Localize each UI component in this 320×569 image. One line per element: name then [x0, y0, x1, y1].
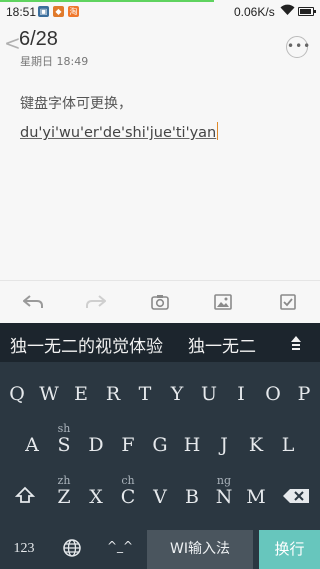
camera-button[interactable] [147, 289, 173, 315]
checklist-button[interactable] [275, 289, 301, 315]
key-p[interactable]: P [288, 371, 320, 411]
note-date: 星期日 18:49 [20, 55, 89, 68]
key-d[interactable]: D [80, 422, 112, 462]
key-w[interactable]: W [33, 371, 65, 411]
key-m[interactable]: M [240, 474, 272, 514]
shop-icon: ◆ [53, 6, 64, 17]
key-n[interactable]: ng N [208, 474, 240, 514]
note-composing-text[interactable]: du'yi'wu'er'de'shi'jue'ti'yan [20, 122, 219, 141]
space-key[interactable]: WI输入法 [147, 530, 253, 569]
shift-icon [15, 486, 35, 503]
composing-pinyin: du'yi'wu'er'de'shi'jue'ti'yan [20, 125, 217, 141]
camera-icon [151, 295, 169, 310]
emoticon-key[interactable]: ^_^ [105, 539, 135, 553]
loading-line [0, 0, 214, 2]
key-c[interactable]: ch C [112, 474, 144, 514]
battery-icon [298, 7, 316, 16]
key-t[interactable]: T [129, 371, 161, 411]
note-toolbar [0, 280, 320, 323]
status-bar: 18:51 ▣ ◆ 淘 0.06K/s [0, 0, 320, 24]
image-button[interactable] [210, 289, 236, 315]
enter-key[interactable]: 换行 [259, 530, 320, 569]
photo-icon: ▣ [38, 6, 49, 17]
taobao-icon: 淘 [68, 6, 79, 17]
candidate-0[interactable]: 独一无二的视觉体验 [10, 332, 163, 357]
key-e[interactable]: E [65, 371, 97, 411]
page-indicator: 6/28 [19, 28, 58, 50]
key-i[interactable]: I [225, 371, 257, 411]
key-r[interactable]: R [97, 371, 129, 411]
key-x[interactable]: X [80, 474, 112, 514]
key-q[interactable]: Q [1, 371, 33, 411]
status-time: 18:51 [6, 5, 37, 19]
undo-button[interactable] [20, 289, 46, 315]
backspace-icon [283, 489, 309, 503]
key-v[interactable]: V [144, 474, 176, 514]
undo-icon [23, 295, 43, 308]
soft-keyboard: 独一无二的视觉体验 独一无二 Q W E R T Y U I O P A sh S… [0, 323, 320, 569]
key-u[interactable]: U [193, 371, 225, 411]
expand-candidates-button[interactable] [285, 331, 307, 353]
key-b[interactable]: B [176, 474, 208, 514]
key-z[interactable]: zh Z [48, 474, 80, 514]
wifi-icon [280, 4, 295, 16]
shift-key[interactable] [9, 474, 41, 514]
key-o[interactable]: O [257, 371, 289, 411]
globe-icon [63, 539, 81, 557]
candidate-bar: 独一无二的视觉体验 独一无二 [0, 323, 320, 362]
numbers-key[interactable]: 123 [6, 541, 42, 557]
more-button[interactable]: ••• [286, 36, 310, 58]
key-f[interactable]: F [112, 422, 144, 462]
globe-key[interactable] [61, 538, 83, 562]
checkbox-icon [280, 294, 296, 310]
text-caret [217, 122, 219, 140]
key-g[interactable]: G [144, 422, 176, 462]
key-s[interactable]: sh S [48, 422, 80, 462]
candidate-1[interactable]: 独一无二 [188, 332, 256, 357]
image-icon [214, 294, 232, 310]
net-speed: 0.06K/s [234, 5, 275, 19]
note-header: < 6/28 星期日 18:49 ••• [0, 24, 320, 70]
note-text-line1[interactable]: 键盘字体可更换， [20, 93, 132, 113]
backspace-key[interactable] [280, 474, 312, 514]
expand-arrows-icon [291, 336, 301, 350]
redo-button[interactable] [83, 289, 109, 315]
key-a[interactable]: A [16, 422, 48, 462]
key-y[interactable]: Y [161, 371, 193, 411]
key-k[interactable]: K [240, 422, 272, 462]
key-h[interactable]: H [176, 422, 208, 462]
key-j[interactable]: J [208, 422, 240, 462]
redo-icon [86, 295, 106, 308]
key-l[interactable]: L [272, 422, 304, 462]
